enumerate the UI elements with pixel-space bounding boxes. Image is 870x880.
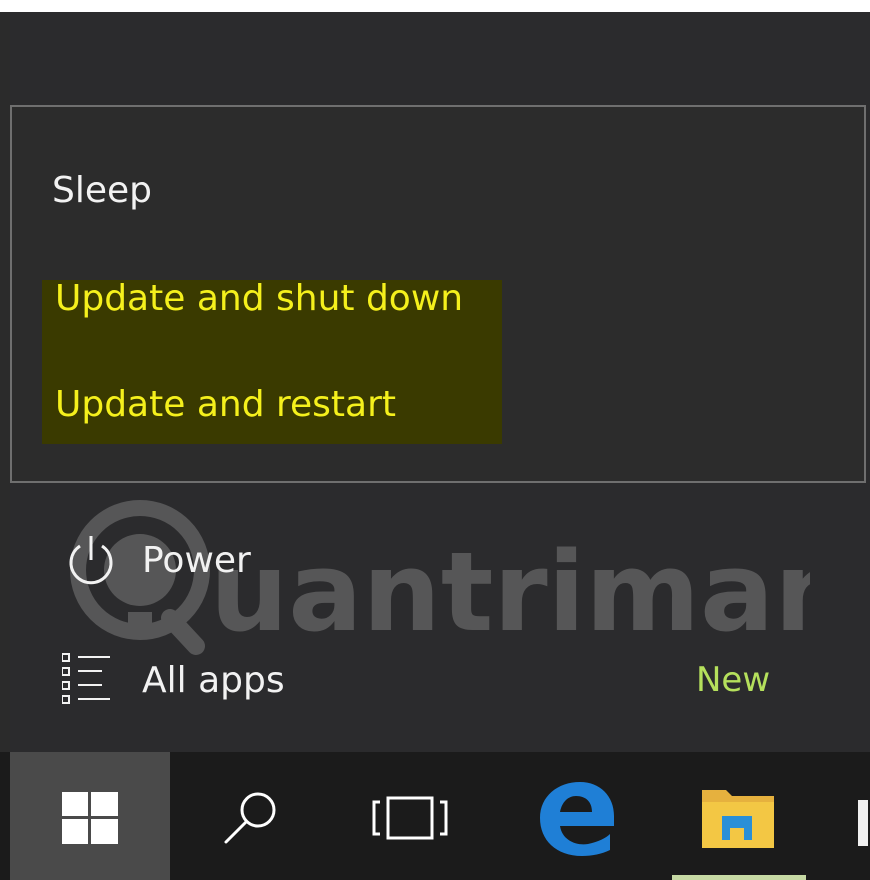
update-and-restart-option[interactable]: Update and restart: [55, 384, 396, 425]
task-view-button[interactable]: [340, 752, 480, 880]
all-apps-icon: [62, 653, 110, 704]
top-edge: [0, 0, 870, 12]
all-apps-button[interactable]: All apps: [142, 660, 285, 701]
sleep-option[interactable]: Sleep: [52, 170, 152, 211]
search-button[interactable]: [180, 752, 330, 880]
search-icon: [224, 792, 276, 844]
edge-icon: [540, 782, 614, 856]
power-button[interactable]: Power: [142, 540, 251, 581]
windows-logo-icon: [62, 792, 118, 844]
start-button[interactable]: [10, 752, 170, 880]
file-explorer-icon: [702, 790, 774, 848]
file-explorer-button[interactable]: [670, 752, 810, 880]
active-app-indicator: [672, 875, 806, 880]
new-badge: New: [696, 660, 771, 700]
update-and-shut-down-option[interactable]: Update and shut down: [55, 278, 463, 319]
task-view-icon: [372, 796, 448, 840]
taskbar: [0, 752, 870, 880]
edge-button[interactable]: [500, 752, 660, 880]
taskbar-overflow-edge: [858, 800, 868, 846]
power-icon: [69, 536, 113, 585]
